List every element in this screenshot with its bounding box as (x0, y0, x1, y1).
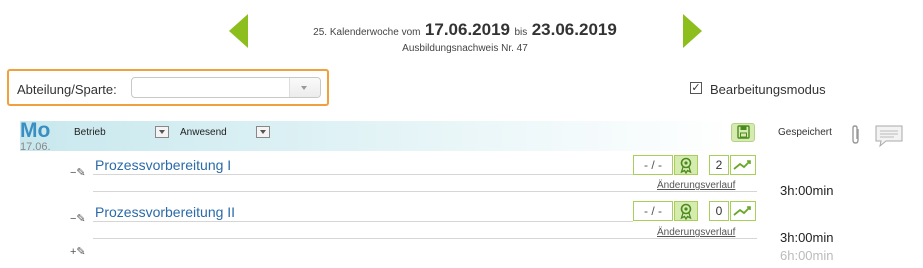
entry-divider (93, 238, 757, 239)
edit-mode-label[interactable]: Bearbeitungsmodus (710, 82, 826, 97)
location-dropdown[interactable] (155, 126, 169, 138)
entry-time: 3h:00min (780, 230, 834, 245)
save-disk-icon (737, 125, 750, 139)
entry-time: 3h:00min (780, 183, 834, 198)
award-button[interactable] (674, 155, 698, 175)
department-select[interactable] (131, 77, 321, 98)
next-week-arrow-icon[interactable] (683, 14, 702, 48)
department-label: Abteilung/Sparte: (17, 82, 117, 97)
day-total-time: 6h:00min (780, 248, 834, 263)
add-entry-button[interactable]: +✎ (70, 245, 90, 258)
paperclip-icon[interactable] (848, 124, 864, 146)
award-badge-icon (680, 157, 692, 175)
entry-status[interactable]: - / - (633, 201, 673, 221)
edit-mode-checkbox[interactable]: ✓ (690, 82, 702, 94)
trend-chart-icon (733, 206, 751, 216)
trend-chart-icon (733, 160, 751, 170)
comment-icon[interactable] (874, 124, 904, 148)
attendance-label: Anwesend (180, 127, 227, 138)
history-link[interactable]: Änderungsverlauf (657, 227, 735, 238)
week-end-date: 23.06.2019 (531, 20, 617, 39)
week-connector: bis (514, 27, 528, 38)
save-button[interactable] (731, 123, 755, 142)
entry-collapse-toggle[interactable]: −✎ (70, 166, 90, 179)
chevron-down-icon[interactable] (289, 78, 320, 97)
week-prefix: 25. Kalenderwoche vom (313, 27, 421, 38)
report-number: Ausbildungsnachweis Nr. 47 (402, 43, 528, 54)
entry-count: 2 (709, 155, 729, 175)
location-label: Betrieb (74, 127, 106, 138)
week-range: 25. Kalenderwoche vom 17.06.2019 bis 23.… (250, 20, 680, 40)
entry-title[interactable]: Prozessvorbereitung I (95, 157, 231, 173)
award-button[interactable] (674, 201, 698, 221)
day-abbreviation: Mo (20, 119, 51, 142)
week-start-date: 17.06.2019 (424, 20, 511, 39)
entry-title[interactable]: Prozessvorbereitung II (95, 204, 235, 220)
day-header-band (20, 121, 732, 151)
entry-collapse-toggle[interactable]: −✎ (70, 212, 90, 225)
saved-status: Gespeichert (778, 127, 832, 138)
history-link[interactable]: Änderungsverlauf (657, 180, 735, 191)
trend-button[interactable] (730, 155, 756, 175)
attendance-dropdown[interactable] (256, 126, 270, 138)
prev-week-arrow-icon[interactable] (229, 14, 248, 48)
entry-divider (93, 191, 757, 192)
entry-status[interactable]: - / - (633, 155, 673, 175)
trend-button[interactable] (730, 201, 756, 221)
entry-divider (93, 221, 633, 222)
day-date: 17.06. (20, 141, 51, 153)
award-badge-icon (680, 203, 692, 221)
entry-divider (93, 174, 633, 175)
entry-count: 0 (709, 201, 729, 221)
